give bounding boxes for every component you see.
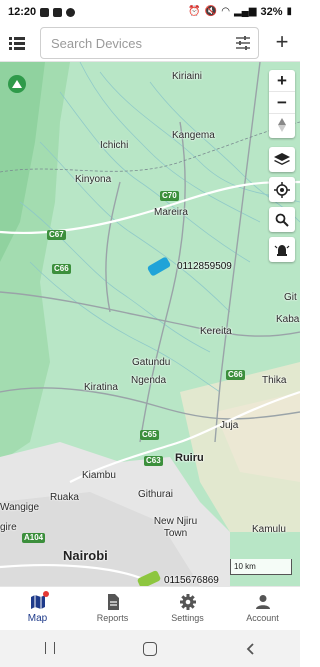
status-time: 12:20 (8, 6, 37, 18)
map-search-button[interactable] (269, 207, 295, 232)
battery-level: 32% (260, 6, 283, 18)
place-label: Ngenda (131, 375, 167, 386)
place-label: Git (284, 292, 297, 303)
home-button[interactable] (143, 641, 157, 656)
road-shield: C67 (47, 230, 66, 240)
top-app-bar: + (0, 24, 300, 62)
place-label: New Njiru Town (153, 516, 198, 539)
layers-button[interactable] (269, 147, 295, 172)
search-box[interactable] (40, 27, 259, 59)
place-label: Kinyona (75, 174, 112, 185)
nav-item-reports[interactable]: Reports (75, 587, 150, 630)
place-label: Wangige (0, 502, 40, 513)
map-terrain (0, 62, 300, 586)
nav-label: Account (246, 613, 279, 623)
alarm-icon: ⏰ (188, 6, 201, 17)
vehicle-label[interactable]: 0112859509 (177, 261, 232, 272)
road-shield: C70 (160, 191, 179, 201)
nav-label: Map (27, 612, 48, 624)
road-shield: C63 (144, 456, 163, 466)
app-notification-icon (66, 7, 76, 17)
place-label: Gatundu (132, 357, 171, 368)
place-label: Kaba (276, 314, 300, 325)
recent-apps-button[interactable] (43, 641, 57, 656)
search-input[interactable] (51, 35, 221, 51)
place-label: Thika (262, 375, 287, 386)
vehicle-label[interactable]: 0115676869 (164, 575, 219, 586)
tune-icon (236, 36, 250, 50)
zoom-in-button[interactable]: + (269, 70, 295, 92)
wifi-icon: ◠ (221, 6, 230, 17)
compass-button[interactable] (269, 114, 295, 136)
signal-icon: ▂▄▆ (233, 6, 257, 17)
message-icon (53, 7, 63, 17)
place-label: Kiratina (84, 382, 118, 393)
place-label-city: Nairobi (63, 548, 108, 563)
list-icon (9, 37, 25, 50)
place-label: Githurai (138, 489, 174, 500)
place-label: Kiambu (82, 470, 116, 481)
zoom-out-button[interactable]: − (269, 92, 295, 114)
place-label: Ichichi (100, 140, 129, 151)
battery-icon: ▮ (286, 6, 292, 17)
reports-icon (105, 594, 121, 610)
map-icon (30, 590, 49, 610)
add-device-button[interactable]: + (272, 31, 292, 53)
place-label: Ruaka (50, 492, 79, 503)
status-left: 12:20 (8, 6, 76, 18)
place-label: gire (0, 522, 17, 533)
road-shield: C66 (226, 370, 245, 380)
road-shield: C65 (140, 430, 159, 440)
mountain-icon (12, 80, 22, 88)
nav-item-settings[interactable]: Settings (150, 587, 225, 630)
place-label: Kangema (172, 130, 215, 141)
road-shield: A104 (22, 533, 46, 543)
place-label: Mareira (154, 207, 188, 218)
nav-label: Reports (96, 613, 129, 623)
notification-icon (40, 7, 50, 17)
list-menu-button[interactable] (9, 35, 25, 51)
nav-item-map[interactable]: Map (0, 587, 75, 630)
place-label: Kereita (200, 326, 232, 337)
system-navigation (0, 630, 300, 667)
mute-icon: 🔇 (204, 6, 218, 17)
road-shield: C66 (52, 264, 71, 274)
zoom-controls: + − (269, 70, 295, 138)
compass-icon (278, 118, 286, 132)
alerts-button[interactable] (269, 237, 295, 262)
park-marker-icon[interactable] (8, 75, 26, 93)
nav-item-account[interactable]: Account (225, 587, 300, 630)
place-label: Ruiru (175, 452, 204, 464)
gear-icon (179, 594, 196, 610)
nav-label: Settings (171, 613, 204, 623)
alarm-bell-icon (274, 244, 290, 256)
crosshair-icon (274, 181, 290, 198)
back-button[interactable] (243, 642, 257, 656)
status-right: ⏰ 🔇 ◠ ▂▄▆ 32% ▮ (188, 6, 292, 18)
status-bar: 12:20 ⏰ 🔇 ◠ ▂▄▆ 32% ▮ (0, 0, 300, 24)
account-icon (255, 594, 271, 610)
my-location-button[interactable] (269, 177, 295, 202)
place-label: Juja (220, 420, 239, 431)
place-label: Kiriaini (172, 71, 203, 82)
place-label: Kamulu (252, 524, 286, 535)
search-icon (275, 213, 289, 227)
map-scale: 10 km (230, 559, 292, 575)
recents-icon (45, 641, 55, 654)
map-view[interactable]: Kiriaini Ichichi Kangema Kinyona Mareira… (0, 62, 300, 586)
back-chevron-icon (246, 642, 254, 655)
bottom-navigation: Map Reports Settings Account (0, 586, 300, 630)
filter-button[interactable] (236, 36, 250, 50)
layers-icon (274, 152, 290, 165)
